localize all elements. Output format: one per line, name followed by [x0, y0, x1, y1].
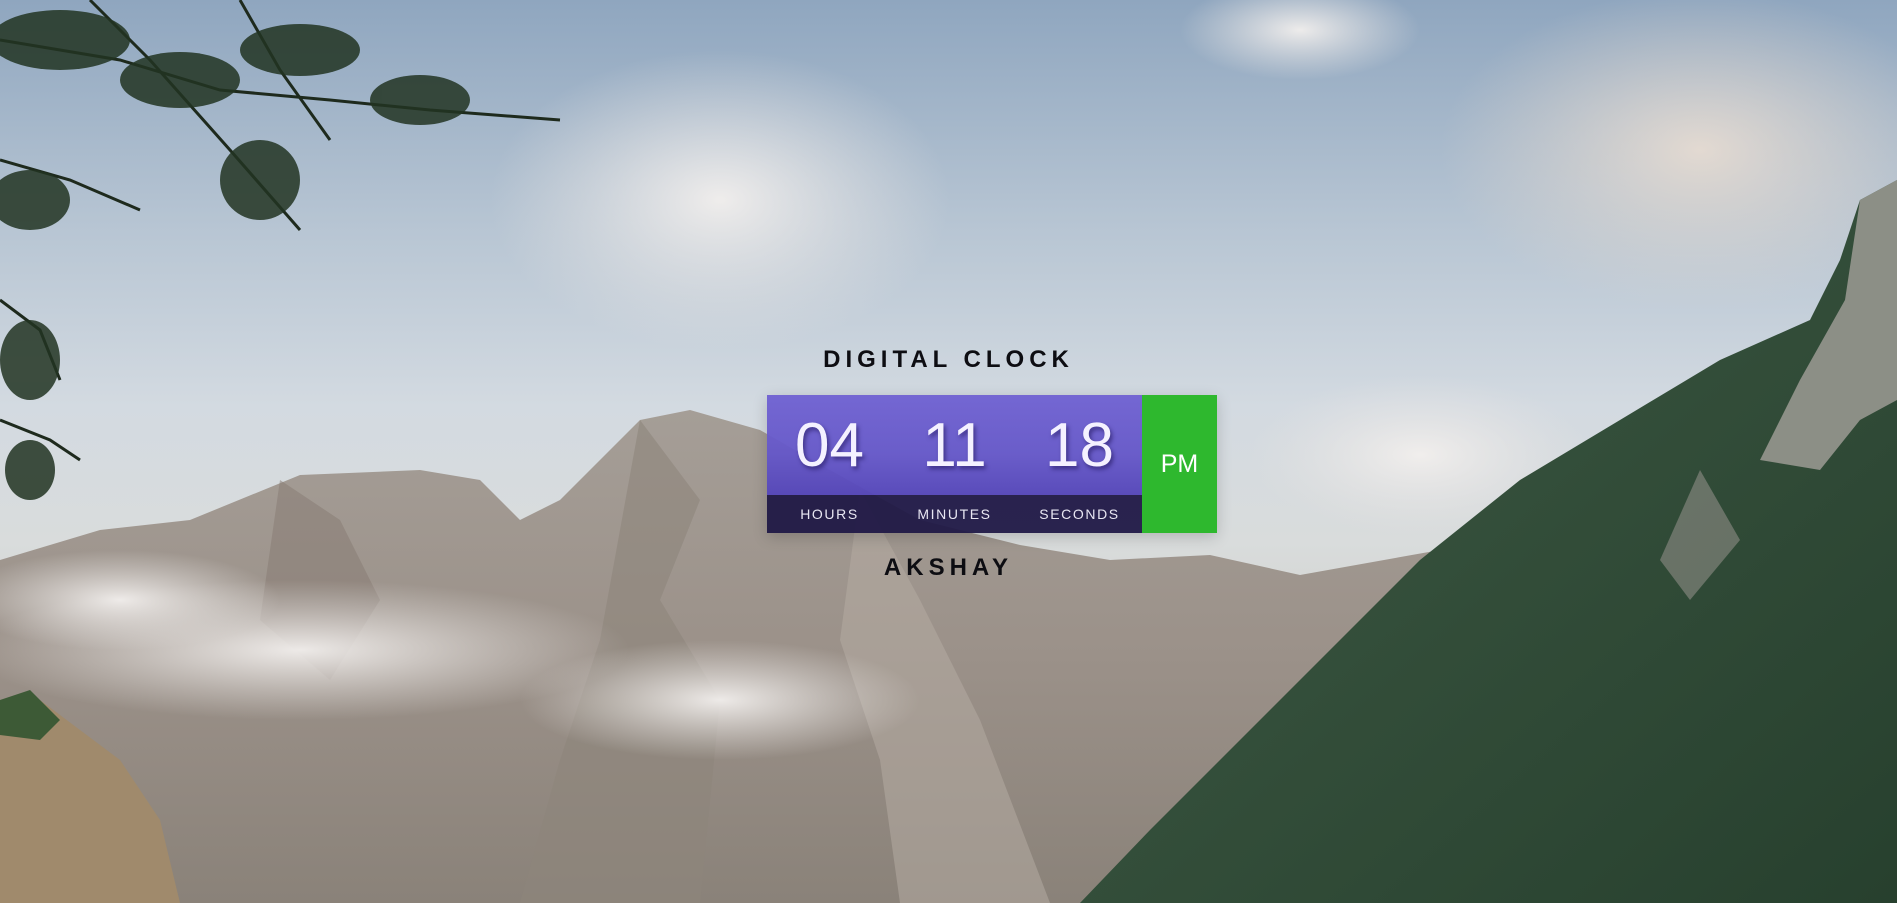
minutes-value: 11	[922, 410, 987, 480]
minutes-cell: 11	[892, 395, 1017, 495]
hours-cell: 04	[767, 395, 892, 495]
seconds-label: SECONDS	[1039, 506, 1120, 522]
label-row: HOURS MINUTES SECONDS	[767, 495, 1142, 533]
clock-title: DIGITAL CLOCK	[823, 346, 1074, 373]
minutes-label-cell: MINUTES	[892, 495, 1017, 533]
seconds-value: 18	[1045, 410, 1114, 480]
cloud	[490, 50, 950, 350]
cloud	[1440, 0, 1897, 310]
mist	[520, 640, 920, 760]
hours-value: 04	[795, 410, 864, 480]
minutes-label: MINUTES	[917, 506, 992, 522]
hours-label-cell: HOURS	[767, 495, 892, 533]
seconds-label-cell: SECONDS	[1017, 495, 1142, 533]
author-name: AKSHAY	[883, 554, 1014, 581]
time-panel: 04 11 18 HOURS MINUTES SECONDS	[767, 395, 1142, 533]
tree-foliage	[0, 10, 470, 500]
cloud	[1180, 0, 1420, 80]
digit-row: 04 11 18	[767, 395, 1142, 495]
hours-label: HOURS	[800, 506, 859, 522]
digital-clock: 04 11 18 HOURS MINUTES SECONDS PM	[767, 395, 1217, 533]
seconds-cell: 18	[1017, 395, 1142, 495]
am-pm-indicator: PM	[1142, 395, 1217, 533]
